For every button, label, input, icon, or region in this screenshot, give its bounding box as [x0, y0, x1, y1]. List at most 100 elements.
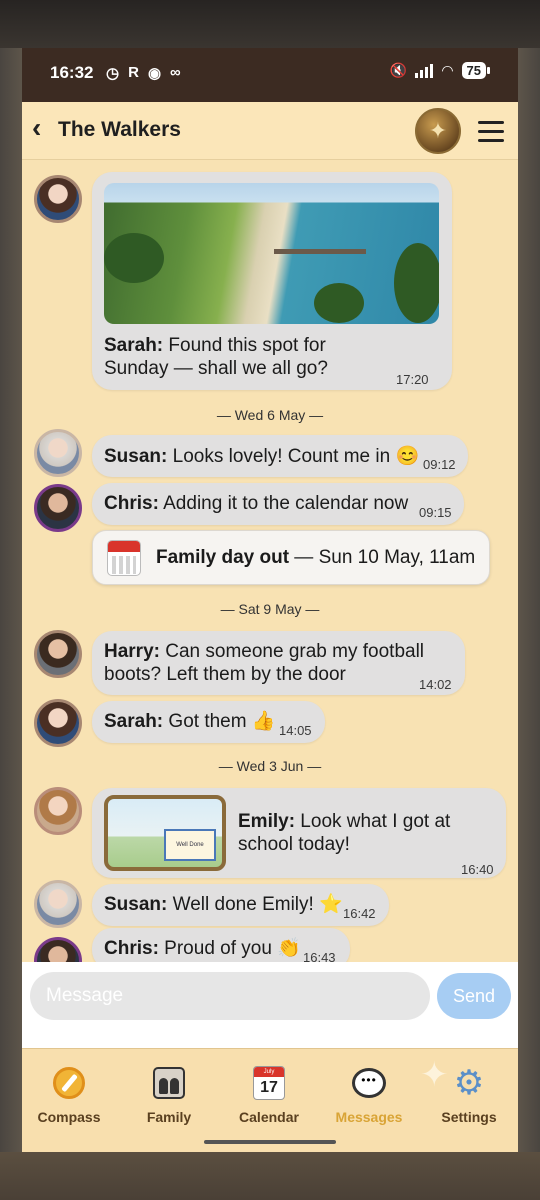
- tree-shape: [314, 283, 364, 323]
- message-time: 09:12: [423, 457, 456, 472]
- compass-badge-icon[interactable]: ✦: [415, 108, 461, 154]
- device-frame-bottom: [0, 1152, 540, 1200]
- avatar-sarah[interactable]: [34, 699, 82, 747]
- message-sender: Sarah:: [104, 711, 164, 732]
- compass-icon: [53, 1067, 85, 1099]
- message-sender: Susan:: [104, 894, 168, 915]
- avatar-harry[interactable]: [34, 630, 82, 678]
- message-bubble[interactable]: Susan: Looks lovely! Count me in 😊 09:12: [92, 435, 468, 477]
- message-text: Harry: Can someone grab my football boot…: [104, 640, 444, 686]
- beach-photo[interactable]: [104, 183, 439, 324]
- gear-icon: ⚙: [453, 1064, 485, 1102]
- tab-label: Calendar: [239, 1109, 299, 1125]
- avatar-chris[interactable]: [34, 937, 82, 962]
- message-body: Well done Emily! ⭐: [167, 894, 343, 915]
- voicemail-icon: ∞: [170, 64, 181, 81]
- message-time: 16:43: [303, 950, 336, 962]
- tab-compass[interactable]: Compass: [24, 1063, 114, 1125]
- status-bar: 16:32 ◷ R ◉ ∞ 🔇 ◠ 75: [22, 48, 518, 102]
- back-chevron-icon[interactable]: ‹: [32, 112, 41, 144]
- message-bubble[interactable]: Sarah: Got them 👍 14:05: [92, 701, 325, 743]
- tree-shape: [104, 233, 164, 283]
- avatar-susan[interactable]: [34, 429, 82, 477]
- tab-label: Compass: [37, 1109, 101, 1125]
- message-time: 16:40: [461, 862, 494, 877]
- family-icon: [153, 1067, 185, 1099]
- avatar-chris[interactable]: [34, 484, 82, 532]
- event-name: Family day out: [156, 547, 290, 568]
- certificate: Well Done: [164, 829, 216, 861]
- tab-calendar[interactable]: July 17 Calendar: [224, 1063, 314, 1125]
- message-text: Emily: Look what I got at school today!: [238, 810, 478, 856]
- shazam-icon: ◉: [147, 65, 162, 82]
- message-bubble[interactable]: Sarah: Found this spot for Sunday — shal…: [92, 172, 452, 390]
- mute-icon: 🔇: [389, 62, 408, 78]
- message-bubble[interactable]: Susan: Well done Emily! ⭐ 16:42: [92, 884, 389, 926]
- message-bubble[interactable]: Chris: Proud of you 👏 16:43: [92, 928, 350, 962]
- send-button[interactable]: Send: [437, 973, 511, 1019]
- message-sender: Chris:: [104, 493, 159, 514]
- message-sender: Sarah:: [104, 335, 164, 356]
- message-input[interactable]: [30, 972, 430, 1020]
- message-text: Sarah: Got them 👍: [104, 710, 276, 733]
- r-icon: R: [128, 64, 139, 81]
- home-indicator[interactable]: [204, 1140, 336, 1144]
- tab-label: Settings: [441, 1109, 497, 1125]
- hamburger-menu-icon[interactable]: [478, 121, 504, 148]
- message-time: 14:02: [419, 677, 452, 692]
- wifi-icon: ◠: [441, 62, 454, 78]
- message-text: Susan: Well done Emily! ⭐: [104, 893, 343, 916]
- message-body: Proud of you 👏: [158, 938, 301, 959]
- event-text: Family day out — Sun 10 May, 11am: [156, 547, 475, 569]
- pier-shape: [274, 249, 366, 254]
- message-composer: Send: [22, 962, 518, 1048]
- message-body: Adding it to the calendar now: [158, 493, 409, 514]
- timer-icon: ◷: [106, 65, 120, 82]
- chat-title: The Walkers: [58, 118, 181, 141]
- message-time: 16:42: [343, 906, 376, 921]
- message-text: Chris: Proud of you 👏: [104, 937, 301, 960]
- tab-messages[interactable]: ••• Messages: [324, 1063, 414, 1125]
- status-time: 16:32: [50, 63, 94, 82]
- message-time: 14:05: [279, 723, 312, 738]
- message-time: 17:20: [396, 372, 429, 387]
- child-drawing-photo[interactable]: Well Done: [104, 795, 226, 871]
- avatar-sarah[interactable]: [34, 175, 82, 223]
- message-sender: Emily:: [238, 811, 296, 832]
- message-bubble[interactable]: Well Done Emily: Look what I got at scho…: [92, 788, 506, 878]
- avatar-susan[interactable]: [34, 880, 82, 928]
- message-bubble[interactable]: Harry: Can someone grab my football boot…: [92, 631, 465, 695]
- message-list[interactable]: Sarah: Found this spot for Sunday — shal…: [22, 161, 518, 962]
- day-separator: — Wed 6 May —: [216, 407, 324, 423]
- battery-icon: 75: [461, 62, 491, 79]
- tab-family[interactable]: Family: [124, 1063, 214, 1125]
- tree-shape: [394, 243, 439, 323]
- message-text: Susan: Looks lovely! Count me in 😊: [104, 445, 419, 468]
- message-text: Chris: Adding it to the calendar now: [104, 492, 408, 515]
- status-left-icons: ◷ R ◉ ∞: [106, 64, 181, 82]
- message-sender: Harry:: [104, 641, 160, 662]
- chat-header: ‹ The Walkers ✦: [22, 102, 518, 160]
- day-separator: — Sat 9 May —: [220, 601, 320, 617]
- phone-screen: 16:32 ◷ R ◉ ∞ 🔇 ◠ 75 ‹ The Walkers ✦ Sar…: [22, 48, 518, 1152]
- message-body: Got them 👍: [163, 711, 276, 732]
- sparkle-icon: ✦: [420, 1056, 449, 1094]
- tab-label: Messages: [335, 1109, 403, 1125]
- message-sender: Chris:: [104, 938, 159, 959]
- message-time: 09:15: [419, 505, 452, 520]
- day-separator: — Wed 3 Jun —: [218, 758, 322, 774]
- message-sender: Susan:: [104, 446, 168, 467]
- calendar-event-card[interactable]: Family day out — Sun 10 May, 11am: [92, 530, 490, 585]
- signal-icon: [415, 63, 434, 78]
- calendar-icon: [107, 540, 141, 576]
- device-frame-top: [0, 0, 540, 48]
- device-frame-left: [0, 48, 22, 1152]
- calendar-icon: July 17: [253, 1066, 285, 1100]
- message-body: Looks lovely! Count me in 😊: [167, 446, 420, 467]
- status-right-icons: 🔇 ◠ 75: [389, 62, 491, 79]
- message-bubble[interactable]: Chris: Adding it to the calendar now 09:…: [92, 483, 464, 525]
- tab-label: Family: [146, 1109, 192, 1125]
- avatar-emily[interactable]: [34, 787, 82, 835]
- event-details: — Sun 10 May, 11am: [289, 547, 476, 568]
- device-frame-right: [518, 48, 540, 1152]
